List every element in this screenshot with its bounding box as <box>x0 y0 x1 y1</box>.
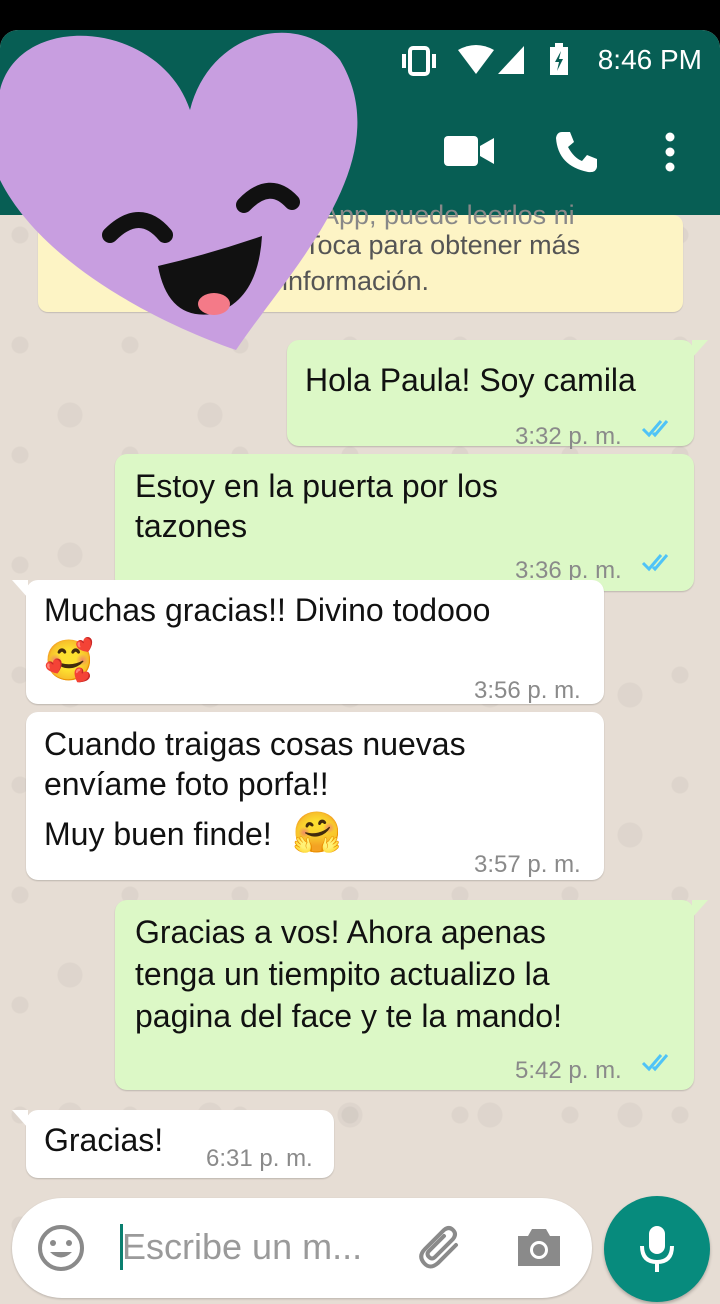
message-text-line: Cuando traigas cosas nuevas <box>44 726 466 762</box>
phone-icon[interactable] <box>554 130 598 174</box>
message-time: 6:31 p. m. <box>206 1145 313 1172</box>
signal-icon <box>498 46 524 74</box>
read-ticks-icon <box>641 420 669 438</box>
emoji-icon[interactable] <box>36 1223 86 1273</box>
message-bubble-incoming[interactable]: Muchas gracias!! Divino todooo 🥰 3:56 p.… <box>12 580 604 704</box>
message-time: 3:32 p. m. <box>515 423 622 450</box>
message-text-line: envíame foto porfa!! <box>44 766 329 802</box>
message-text-line: tenga un tiempito actualizo la <box>135 956 550 992</box>
video-call-icon[interactable] <box>444 134 496 168</box>
message-input-bar[interactable]: Escribe un m... <box>12 1198 592 1298</box>
chat-screen: 8:46 PM tsApp, puede leerlos ni Toca par… <box>0 30 720 1304</box>
message-time: 3:57 p. m. <box>474 851 581 878</box>
message-text-line: Estoy en la puerta por los <box>135 468 498 504</box>
mic-icon <box>640 1226 674 1272</box>
status-time: 8:46 PM <box>597 44 702 75</box>
message-text: Muchas gracias!! Divino todooo <box>44 592 491 628</box>
message-bubble-incoming[interactable]: Cuando traigas cosas nuevas envíame foto… <box>26 712 604 880</box>
camera-icon[interactable] <box>514 1226 564 1270</box>
read-ticks-icon <box>641 554 669 572</box>
message-bubble-outgoing[interactable]: Estoy en la puerta por los tazones 3:36 … <box>115 454 694 591</box>
battery-icon <box>550 43 568 75</box>
message-bubble-incoming[interactable]: Gracias! 6:31 p. m. <box>12 1110 334 1178</box>
message-time: 3:56 p. m. <box>474 677 581 704</box>
message-text-line: Gracias a vos! Ahora apenas <box>135 914 546 950</box>
message-text: Gracias! <box>44 1122 164 1158</box>
attach-icon[interactable] <box>416 1223 466 1273</box>
wifi-icon <box>458 45 494 74</box>
emoji-hugging: 🤗 <box>292 811 342 855</box>
read-ticks-icon <box>641 1054 669 1072</box>
message-text-line: tazones <box>135 508 248 544</box>
message-text: Hola Paula! Soy camila <box>305 362 636 398</box>
vibrate-icon <box>402 46 436 76</box>
more-icon[interactable] <box>664 132 676 172</box>
message-input[interactable]: Escribe un m... <box>122 1226 362 1268</box>
voice-message-button[interactable] <box>604 1196 710 1302</box>
message-time: 5:42 p. m. <box>515 1057 622 1084</box>
emoji-smiling-hearts: 🥰 <box>44 639 94 683</box>
message-text-line: Muy buen finde! <box>44 816 272 852</box>
message-bubble-outgoing[interactable]: Gracias a vos! Ahora apenas tenga un tie… <box>115 900 708 1090</box>
smiling-heart-sticker <box>0 32 358 351</box>
message-text-line: pagina del face y te la mando! <box>135 998 562 1034</box>
